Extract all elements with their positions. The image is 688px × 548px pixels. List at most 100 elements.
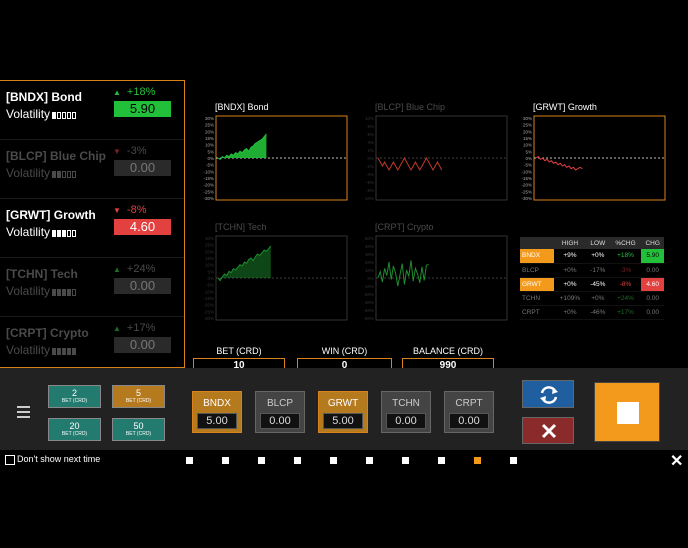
asset-row-tchn[interactable]: [TCHN] Tech Volatility ▲ +24% 0.00: [0, 258, 184, 316]
y-tick-label: -6%: [366, 180, 374, 185]
volatility-bar: [62, 229, 67, 237]
bet-button-crpt[interactable]: CRPT 0.00: [444, 391, 494, 433]
stats-low: +0%: [585, 249, 610, 264]
y-tick-label: 0%: [367, 156, 374, 161]
y-tick-label: -25%: [521, 189, 532, 194]
series-line: [377, 156, 443, 172]
bet-button-tchn[interactable]: TCHN 0.00: [381, 391, 431, 433]
chart-title: [TCHN] Tech: [215, 222, 267, 232]
y-tick-label: 15%: [205, 256, 214, 261]
y-tick-label: 0%: [367, 276, 374, 281]
volatility-bars: [52, 167, 77, 181]
chip-2-button[interactable]: 2 BET (CRD): [48, 385, 101, 408]
page-dot[interactable]: [222, 457, 229, 464]
bet-button-symbol: TCHN: [392, 398, 420, 409]
chip-5-button[interactable]: 5 BET (CRD): [112, 385, 165, 408]
y-tick-label: 25%: [205, 243, 214, 248]
stats-low: -45%: [585, 277, 610, 292]
asset-row-grwt[interactable]: [GRWT] Growth Volatility ▼ -8% 4.60: [0, 199, 184, 257]
y-tick-label: -25%: [203, 189, 214, 194]
chip-unit: BET (CRD): [125, 431, 152, 437]
volatility-bar: [57, 347, 62, 355]
y-tick-label: -30%: [203, 316, 214, 321]
dont-show-checkbox[interactable]: Don't show next time: [5, 454, 100, 466]
asset-row-blcp[interactable]: [BLCP] Blue Chip Volatility ▼ -3% 0.00: [0, 140, 184, 198]
hamburger-icon[interactable]: [17, 406, 30, 418]
chip-20-button[interactable]: 20 BET (CRD): [48, 418, 101, 441]
bet-label: BET (CRD): [216, 346, 262, 356]
chip-unit: BET (CRD): [61, 398, 88, 404]
page-dot[interactable]: [330, 457, 337, 464]
stats-high: +0%: [554, 263, 586, 278]
chip-50-button[interactable]: 50 BET (CRD): [112, 418, 165, 441]
chart-title: [BLCP] Blue Chip: [375, 102, 446, 112]
y-tick-label: -20%: [521, 183, 532, 188]
stats-header-high: HIGH: [554, 237, 586, 249]
volatility-bar: [72, 288, 77, 296]
refresh-button[interactable]: [522, 380, 574, 408]
page-dot[interactable]: [438, 457, 445, 464]
dont-show-label: Don't show next time: [17, 454, 101, 464]
asset-change: ▼ -8%: [113, 204, 147, 216]
cancel-button[interactable]: [522, 417, 574, 444]
arrow-down-icon: ▼: [113, 206, 121, 215]
page-dot[interactable]: [402, 457, 409, 464]
page-dot[interactable]: [186, 457, 193, 464]
asset-change: ▼ -3%: [113, 145, 147, 157]
y-tick-label: -30%: [521, 196, 532, 201]
volatility-bar: [62, 347, 67, 355]
chip-amount: 50: [133, 421, 144, 431]
chart-grwt: [GRWT] Growth 30% 25% 20% 15% 10% 5% 0% -5% -10%…: [520, 102, 668, 204]
y-tick-label: 30%: [365, 252, 374, 257]
asset-price: 0.00: [114, 337, 171, 353]
bet-button-value: 0.00: [386, 413, 426, 429]
stats-chg: 0.00: [641, 263, 664, 278]
y-tick-label: 5%: [207, 149, 214, 154]
volatility-bar: [62, 170, 67, 178]
stats-header-low: LOW: [585, 237, 610, 249]
page-dot[interactable]: [258, 457, 265, 464]
stats-symbol: GRWT: [520, 277, 555, 292]
page-dot[interactable]: [294, 457, 301, 464]
y-tick-label: -20%: [363, 292, 374, 297]
volatility-bars: [52, 344, 77, 358]
bet-button-bndx[interactable]: BNDX 5.00: [192, 391, 242, 433]
bet-button-symbol: GRWT: [327, 398, 359, 409]
chip-amount: 5: [135, 388, 141, 398]
asset-change: ▲ +18%: [113, 86, 156, 98]
stop-button[interactable]: [594, 382, 660, 442]
chart-title: [BNDX] Bond: [215, 102, 269, 112]
bet-button-grwt[interactable]: GRWT 5.00: [318, 391, 368, 433]
volatility-bar: [67, 170, 72, 178]
stats-low: +0%: [585, 291, 610, 306]
volatility-bar: [62, 288, 67, 296]
page-dot[interactable]: [366, 457, 373, 464]
volatility-label: Volatility: [6, 343, 77, 358]
y-tick-label: -20%: [203, 183, 214, 188]
chip-amount: 2: [71, 388, 77, 398]
asset-row-crpt[interactable]: [CRPT] Crypto Volatility ▲ +17% 0.00: [0, 317, 184, 375]
page-dot[interactable]: [474, 457, 481, 464]
y-tick-label: 50%: [365, 236, 374, 241]
volatility-label: Volatility: [6, 166, 77, 181]
stats-pct: -8%: [609, 277, 642, 292]
bet-button-symbol: BLCP: [266, 398, 294, 409]
asset-name: [TCHN] Tech: [6, 267, 78, 281]
asset-name: [BLCP] Blue Chip: [6, 149, 106, 163]
asset-row-bndx[interactable]: [BNDX] Bond Volatility ▲ +18% 5.90: [0, 81, 184, 139]
stats-chg: 0.00: [641, 305, 664, 320]
stats-symbol: CRPT: [520, 305, 555, 320]
stats-symbol: BNDX: [520, 249, 555, 264]
y-tick-label: 30%: [205, 116, 214, 121]
stats-symbol: BLCP: [520, 263, 555, 278]
y-tick-label: 20%: [205, 129, 214, 134]
close-x-icon[interactable]: ✕: [670, 451, 683, 471]
bet-button-blcp[interactable]: BLCP 0.00: [255, 391, 305, 433]
bet-button-value: 0.00: [449, 413, 489, 429]
chip-amount: 20: [69, 421, 80, 431]
page-dot[interactable]: [510, 457, 517, 464]
volatility-bar: [52, 347, 57, 355]
y-tick-label: 15%: [205, 136, 214, 141]
y-tick-label: 25%: [205, 123, 214, 128]
stats-row: GRWT +0% -45% -8% 4.60: [520, 277, 664, 292]
